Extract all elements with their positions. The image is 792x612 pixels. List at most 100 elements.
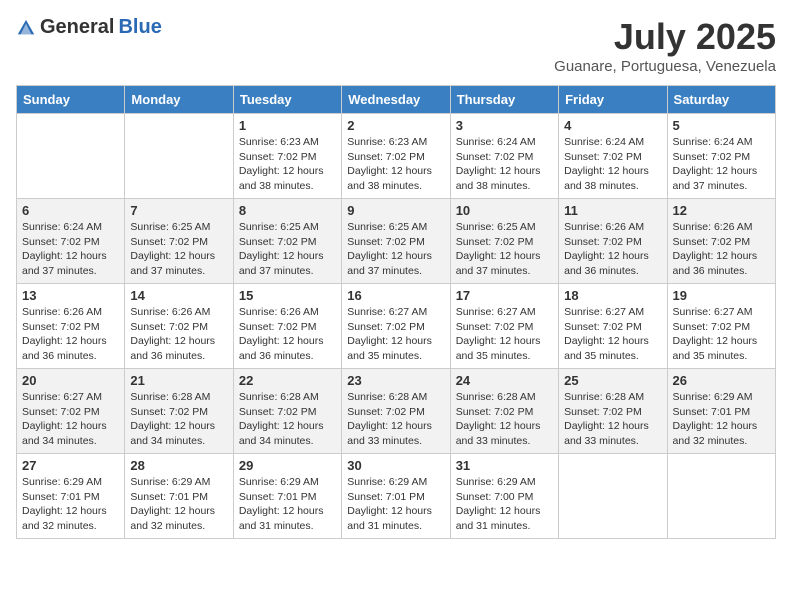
day-info: Sunrise: 6:28 AMSunset: 7:02 PMDaylight:… (564, 390, 661, 449)
day-number: 16 (347, 288, 444, 303)
calendar-cell: 31 Sunrise: 6:29 AMSunset: 7:00 PMDayligh… (450, 454, 558, 539)
day-info: Sunrise: 6:24 AMSunset: 7:02 PMDaylight:… (564, 135, 661, 194)
calendar-cell: 1 Sunrise: 6:23 AMSunset: 7:02 PMDaylight… (233, 114, 341, 199)
calendar-cell: 23 Sunrise: 6:28 AMSunset: 7:02 PMDayligh… (342, 369, 450, 454)
calendar-cell: 3 Sunrise: 6:24 AMSunset: 7:02 PMDaylight… (450, 114, 558, 199)
calendar-cell: 9Sunrise: 6:25 AMSunset: 7:02 PMDaylight… (342, 199, 450, 284)
day-info: Sunrise: 6:26 AMSunset: 7:02 PMDaylight:… (22, 305, 119, 364)
day-number: 3 (456, 118, 553, 133)
calendar-cell: 27Sunrise: 6:29 AMSunset: 7:01 PMDayligh… (17, 454, 125, 539)
header-thursday: Thursday (450, 86, 558, 114)
calendar-cell: 12 Sunrise: 6:26 AMSunset: 7:02 PMDayligh… (667, 199, 775, 284)
day-info: Sunrise: 6:29 AMSunset: 7:01 PMDaylight:… (239, 475, 336, 534)
day-info: Sunrise: 6:23 AMSunset: 7:02 PMDaylight:… (239, 135, 336, 194)
calendar-cell: 26 Sunrise: 6:29 AMSunset: 7:01 PMDayligh… (667, 369, 775, 454)
day-info: Sunrise: 6:27 AMSunset: 7:02 PMDaylight:… (456, 305, 553, 364)
day-number: 19 (673, 288, 770, 303)
calendar-cell: 8Sunrise: 6:25 AMSunset: 7:02 PMDaylight… (233, 199, 341, 284)
calendar-cell: 5 Sunrise: 6:24 AMSunset: 7:02 PMDaylight… (667, 114, 775, 199)
day-info: Sunrise: 6:24 AMSunset: 7:02 PMDaylight:… (456, 135, 553, 194)
day-number: 17 (456, 288, 553, 303)
calendar-table: SundayMondayTuesdayWednesdayThursdayFrid… (16, 85, 776, 539)
day-info: Sunrise: 6:29 AMSunset: 7:01 PMDaylight:… (347, 475, 444, 534)
day-number: 29 (239, 458, 336, 473)
logo: GeneralBlue (16, 16, 162, 39)
day-number: 7 (130, 203, 227, 218)
header-monday: Monday (125, 86, 233, 114)
day-info: Sunrise: 6:27 AMSunset: 7:02 PMDaylight:… (22, 390, 119, 449)
day-number: 28 (130, 458, 227, 473)
calendar-cell: 14 Sunrise: 6:26 AMSunset: 7:02 PMDayligh… (125, 284, 233, 369)
calendar-cell: 6 Sunrise: 6:24 AMSunset: 7:02 PMDaylight… (17, 199, 125, 284)
calendar-cell: 10 Sunrise: 6:25 AMSunset: 7:02 PMDayligh… (450, 199, 558, 284)
day-number: 24 (456, 373, 553, 388)
day-info: Sunrise: 6:25 AMSunset: 7:02 PMDaylight:… (456, 220, 553, 279)
day-number: 1 (239, 118, 336, 133)
day-info: Sunrise: 6:26 AMSunset: 7:02 PMDaylight:… (564, 220, 661, 279)
day-number: 12 (673, 203, 770, 218)
day-number: 30 (347, 458, 444, 473)
calendar-week-row: 6 Sunrise: 6:24 AMSunset: 7:02 PMDaylight… (17, 199, 776, 284)
day-number: 15 (239, 288, 336, 303)
day-number: 14 (130, 288, 227, 303)
day-info: Sunrise: 6:29 AMSunset: 7:01 PMDaylight:… (673, 390, 770, 449)
calendar-cell: 24Sunrise: 6:28 AMSunset: 7:02 PMDayligh… (450, 369, 558, 454)
day-info: Sunrise: 6:24 AMSunset: 7:02 PMDaylight:… (22, 220, 119, 279)
day-number: 2 (347, 118, 444, 133)
day-number: 27 (22, 458, 119, 473)
day-number: 22 (239, 373, 336, 388)
day-number: 10 (456, 203, 553, 218)
day-number: 23 (347, 373, 444, 388)
day-number: 31 (456, 458, 553, 473)
day-number: 9 (347, 203, 444, 218)
day-info: Sunrise: 6:23 AMSunset: 7:02 PMDaylight:… (347, 135, 444, 194)
header-wednesday: Wednesday (342, 86, 450, 114)
day-info: Sunrise: 6:28 AMSunset: 7:02 PMDaylight:… (130, 390, 227, 449)
day-info: Sunrise: 6:26 AMSunset: 7:02 PMDaylight:… (673, 220, 770, 279)
day-info: Sunrise: 6:25 AMSunset: 7:02 PMDaylight:… (239, 220, 336, 279)
day-info: Sunrise: 6:28 AMSunset: 7:02 PMDaylight:… (347, 390, 444, 449)
calendar-cell: 7 Sunrise: 6:25 AMSunset: 7:02 PMDaylight… (125, 199, 233, 284)
calendar-cell: 2 Sunrise: 6:23 AMSunset: 7:02 PMDaylight… (342, 114, 450, 199)
calendar-cell (17, 114, 125, 199)
calendar-cell: 21 Sunrise: 6:28 AMSunset: 7:02 PMDayligh… (125, 369, 233, 454)
day-info: Sunrise: 6:29 AMSunset: 7:01 PMDaylight:… (130, 475, 227, 534)
day-number: 18 (564, 288, 661, 303)
day-info: Sunrise: 6:27 AMSunset: 7:02 PMDaylight:… (347, 305, 444, 364)
calendar-cell: 20 Sunrise: 6:27 AMSunset: 7:02 PMDayligh… (17, 369, 125, 454)
calendar-cell: 29 Sunrise: 6:29 AMSunset: 7:01 PMDayligh… (233, 454, 341, 539)
day-info: Sunrise: 6:26 AMSunset: 7:02 PMDaylight:… (130, 305, 227, 364)
day-number: 20 (22, 373, 119, 388)
day-info: Sunrise: 6:29 AMSunset: 7:00 PMDaylight:… (456, 475, 553, 534)
day-info: Sunrise: 6:26 AMSunset: 7:02 PMDaylight:… (239, 305, 336, 364)
calendar-cell: 18 Sunrise: 6:27 AMSunset: 7:02 PMDayligh… (559, 284, 667, 369)
calendar-week-row: 20 Sunrise: 6:27 AMSunset: 7:02 PMDayligh… (17, 369, 776, 454)
day-info: Sunrise: 6:27 AMSunset: 7:02 PMDaylight:… (564, 305, 661, 364)
calendar-cell: 28 Sunrise: 6:29 AMSunset: 7:01 PMDayligh… (125, 454, 233, 539)
day-number: 5 (673, 118, 770, 133)
month-title: July 2025 (554, 16, 776, 58)
header-saturday: Saturday (667, 86, 775, 114)
calendar-header-row: SundayMondayTuesdayWednesdayThursdayFrid… (17, 86, 776, 114)
calendar-cell: 11Sunrise: 6:26 AMSunset: 7:02 PMDayligh… (559, 199, 667, 284)
calendar-cell: 22Sunrise: 6:28 AMSunset: 7:02 PMDayligh… (233, 369, 341, 454)
day-info: Sunrise: 6:24 AMSunset: 7:02 PMDaylight:… (673, 135, 770, 194)
day-number: 21 (130, 373, 227, 388)
calendar-cell: 17 Sunrise: 6:27 AMSunset: 7:02 PMDayligh… (450, 284, 558, 369)
calendar-week-row: 27 Sunrise: 6:29 AMSunset: 7:01 PMDayligh… (17, 454, 776, 539)
calendar-week-row: 1 Sunrise: 6:23 AMSunset: 7:02 PMDaylight… (17, 114, 776, 199)
calendar-cell (559, 454, 667, 539)
logo-blue: Blue (118, 16, 161, 39)
logo-icon (16, 18, 36, 38)
day-number: 13 (22, 288, 119, 303)
calendar-cell: 30 Sunrise: 6:29 AMSunset: 7:01 PMDayligh… (342, 454, 450, 539)
day-info: Sunrise: 6:25 AMSunset: 7:02 PMDaylight:… (130, 220, 227, 279)
day-number: 26 (673, 373, 770, 388)
logo-general: General (40, 16, 114, 39)
header-tuesday: Tuesday (233, 86, 341, 114)
calendar-cell: 16 Sunrise: 6:27 AMSunset: 7:02 PMDayligh… (342, 284, 450, 369)
day-number: 6 (22, 203, 119, 218)
title-block: July 2025 Guanare, Portuguesa, Venezuela (554, 16, 776, 75)
calendar-cell (125, 114, 233, 199)
day-number: 4 (564, 118, 661, 133)
